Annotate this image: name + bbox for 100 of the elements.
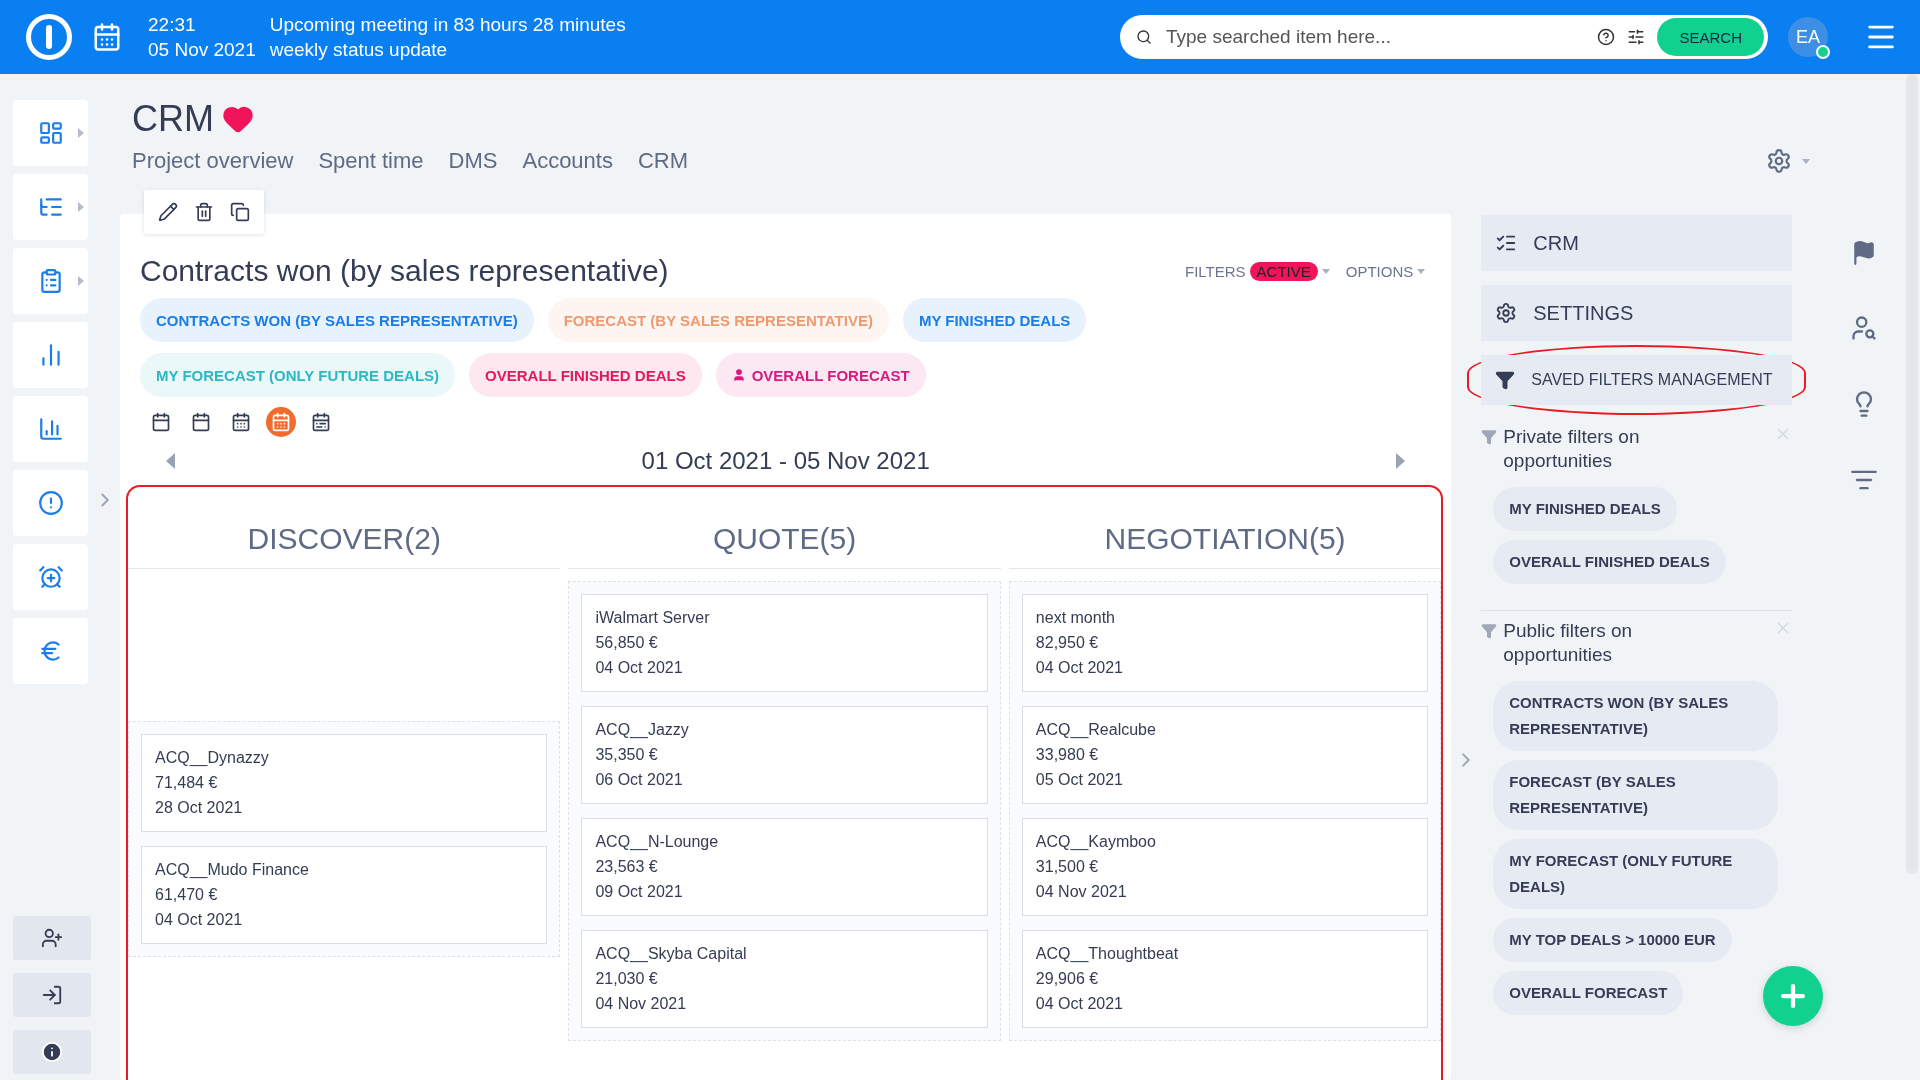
sidebar-item[interactable] [13, 100, 88, 166]
deal-date: 04 Oct 2021 [155, 911, 244, 929]
sidebar-item[interactable] [13, 248, 88, 314]
page-title: CRM [132, 98, 214, 140]
settings-icon[interactable] [1766, 148, 1792, 174]
deal-card[interactable]: ACQ__Jazzy 35,350 € 06 Oct 2021 [581, 706, 988, 804]
help-icon[interactable] [1597, 28, 1616, 46]
meeting-date: 05 Nov 2021 [148, 38, 256, 62]
alarm-clock-icon [37, 564, 64, 590]
project-tab[interactable]: Accounts [522, 148, 613, 174]
saved-filter-chip[interactable]: OVERALL FORECAST [1493, 971, 1684, 1015]
filter-icon [1481, 429, 1498, 445]
alert-icon [37, 490, 64, 516]
deal-amount: 61,470 € [155, 886, 219, 904]
meeting-countdown: Upcoming meeting in 83 hours 28 minutes [269, 13, 626, 37]
deal-name: ACQ__N-Lounge [595, 833, 720, 851]
saved-filter-chip[interactable]: MY TOP DEALS > 10000 EUR [1493, 918, 1732, 962]
deal-date: 04 Oct 2021 [1035, 659, 1124, 677]
deal-amount: 31,500 € [1035, 858, 1100, 876]
deal-card[interactable]: ACQ__N-Lounge 23,563 € 09 Oct 2021 [581, 818, 988, 916]
copy-icon[interactable] [230, 202, 250, 222]
saved-filter-chip[interactable]: MY FORECAST (ONLY FUTURE DEALS) [1493, 839, 1779, 909]
project-tab[interactable]: DMS [448, 148, 498, 174]
section-title: Public filters on opportunities [1503, 619, 1634, 667]
filter-chip[interactable]: MY FINISHED DEALS [902, 298, 1087, 342]
login-button[interactable] [13, 973, 91, 1017]
saved-filter-chip[interactable]: CONTRACTS WON (BY SALES REPRESENTATIVE) [1493, 681, 1779, 751]
delete-icon[interactable] [194, 202, 214, 222]
deal-card[interactable]: ACQ__Dynazzy 71,484 € 28 Oct 2021 [141, 734, 548, 832]
panel-menu-item[interactable]: SETTINGS [1481, 285, 1792, 341]
next-arrow-icon[interactable] [1396, 453, 1406, 469]
deal-date: 04 Oct 2021 [1035, 995, 1124, 1013]
saved-filter-chip[interactable]: MY FINISHED DEALS [1493, 487, 1677, 531]
settings-icon [1495, 302, 1518, 324]
deal-name: ACQ__Mudo Finance [155, 861, 310, 879]
deal-amount: 23,563 € [595, 858, 659, 876]
deal-amount: 82,950 € [1035, 634, 1100, 652]
deal-name: ACQ__Kaymboo [1035, 833, 1157, 851]
logo-icon[interactable] [26, 14, 72, 60]
deal-date: 06 Oct 2021 [595, 771, 684, 789]
column-chart-icon [37, 416, 64, 442]
saved-filter-chip[interactable]: OVERALL FINISHED DEALS [1493, 540, 1726, 584]
deal-amount: 21,030 € [595, 970, 659, 988]
info-icon [41, 1041, 63, 1063]
deal-name: ACQ__Realcube [1035, 721, 1157, 739]
deal-card[interactable]: ACQ__Mudo Finance 61,470 € 04 Oct 2021 [141, 846, 548, 944]
deal-name: ACQ__Skyba Capital [595, 945, 748, 963]
deal-card[interactable]: ACQ__Thoughtbeat 29,906 € 04 Oct 2021 [1021, 930, 1429, 1028]
meeting-time: 22:31 [148, 13, 197, 37]
dashboard-icon [37, 120, 64, 146]
deal-date: 05 Oct 2021 [1035, 771, 1124, 789]
sidebar-item[interactable] [13, 396, 88, 462]
project-tab[interactable]: Project overview [132, 148, 294, 174]
project-tab[interactable]: Spent time [318, 148, 424, 174]
deal-amount: 33,980 € [1035, 746, 1100, 764]
deal-card[interactable]: ACQ__Realcube 33,980 € 05 Oct 2021 [1021, 706, 1429, 804]
deal-name: ACQ__Thoughtbeat [1035, 945, 1180, 963]
deal-date: 28 Oct 2021 [155, 799, 244, 817]
active-badge: ACTIVE [1249, 261, 1318, 281]
options-menu[interactable]: OPTIONS [1345, 262, 1426, 280]
calendar-icon[interactable] [92, 22, 122, 52]
info-button[interactable] [13, 1030, 91, 1074]
section-title: Private filters on opportunities [1503, 425, 1641, 473]
filters-menu[interactable]: FILTERS ACTIVE [1185, 261, 1330, 281]
deal-name: next month [1035, 609, 1116, 627]
deal-name: ACQ__Jazzy [595, 721, 690, 739]
column-title: QUOTE(5) [712, 522, 857, 555]
deal-date: 04 Oct 2021 [595, 659, 684, 677]
deal-card[interactable]: next month 82,950 € 04 Oct 2021 [1021, 594, 1429, 692]
sliders-icon[interactable] [1627, 28, 1646, 46]
user-search-icon[interactable] [1849, 314, 1878, 342]
scrollbar[interactable] [1906, 74, 1918, 874]
filter-chip[interactable]: OVERALL FORECAST [715, 353, 926, 397]
meeting-title: weekly status update [269, 38, 449, 62]
deal-name: iWalmart Server [595, 609, 711, 627]
sidebar-item[interactable] [13, 618, 88, 684]
sidebar-item[interactable] [13, 174, 88, 240]
deal-card[interactable]: iWalmart Server 56,850 € 04 Oct 2021 [581, 594, 988, 692]
search-button[interactable]: SEARCH [1657, 18, 1764, 56]
deal-card[interactable]: ACQ__Skyba Capital 21,030 € 04 Nov 2021 [581, 930, 988, 1028]
deal-date: 04 Nov 2021 [595, 995, 688, 1013]
deal-date: 04 Nov 2021 [1035, 883, 1128, 901]
panel-menu-item[interactable]: CRM [1481, 215, 1792, 271]
saved-filter-chip[interactable]: FORECAST (BY SALES REPRESENTATIVE) [1493, 760, 1779, 830]
previous-arrow-icon[interactable] [166, 453, 175, 469]
filter-icon [1481, 623, 1498, 639]
deal-card[interactable]: ACQ__Kaymboo 31,500 € 04 Nov 2021 [1021, 818, 1429, 916]
deal-amount: 29,906 € [1035, 970, 1100, 988]
project-tab[interactable]: CRM [637, 148, 689, 174]
deal-amount: 35,350 € [595, 746, 659, 764]
sidebar-item[interactable] [13, 544, 88, 610]
sidebar-item[interactable] [13, 470, 88, 536]
edit-icon[interactable] [158, 202, 178, 222]
column-title: NEGOTIATION(5) [1104, 522, 1346, 555]
search-icon [1136, 29, 1152, 45]
add-user-button[interactable] [13, 916, 91, 960]
filter-chip[interactable]: OVERALL FINISHED DEALS [469, 353, 702, 397]
filter-chip[interactable]: CONTRACTS WON (BY SALES REPRESENTATIVE) [140, 298, 534, 342]
search-field[interactable]: Type searched item here... SEARCH [1120, 15, 1768, 59]
panel-menu-item[interactable]: SAVED FILTERS MANAGEMENT [1481, 355, 1792, 405]
